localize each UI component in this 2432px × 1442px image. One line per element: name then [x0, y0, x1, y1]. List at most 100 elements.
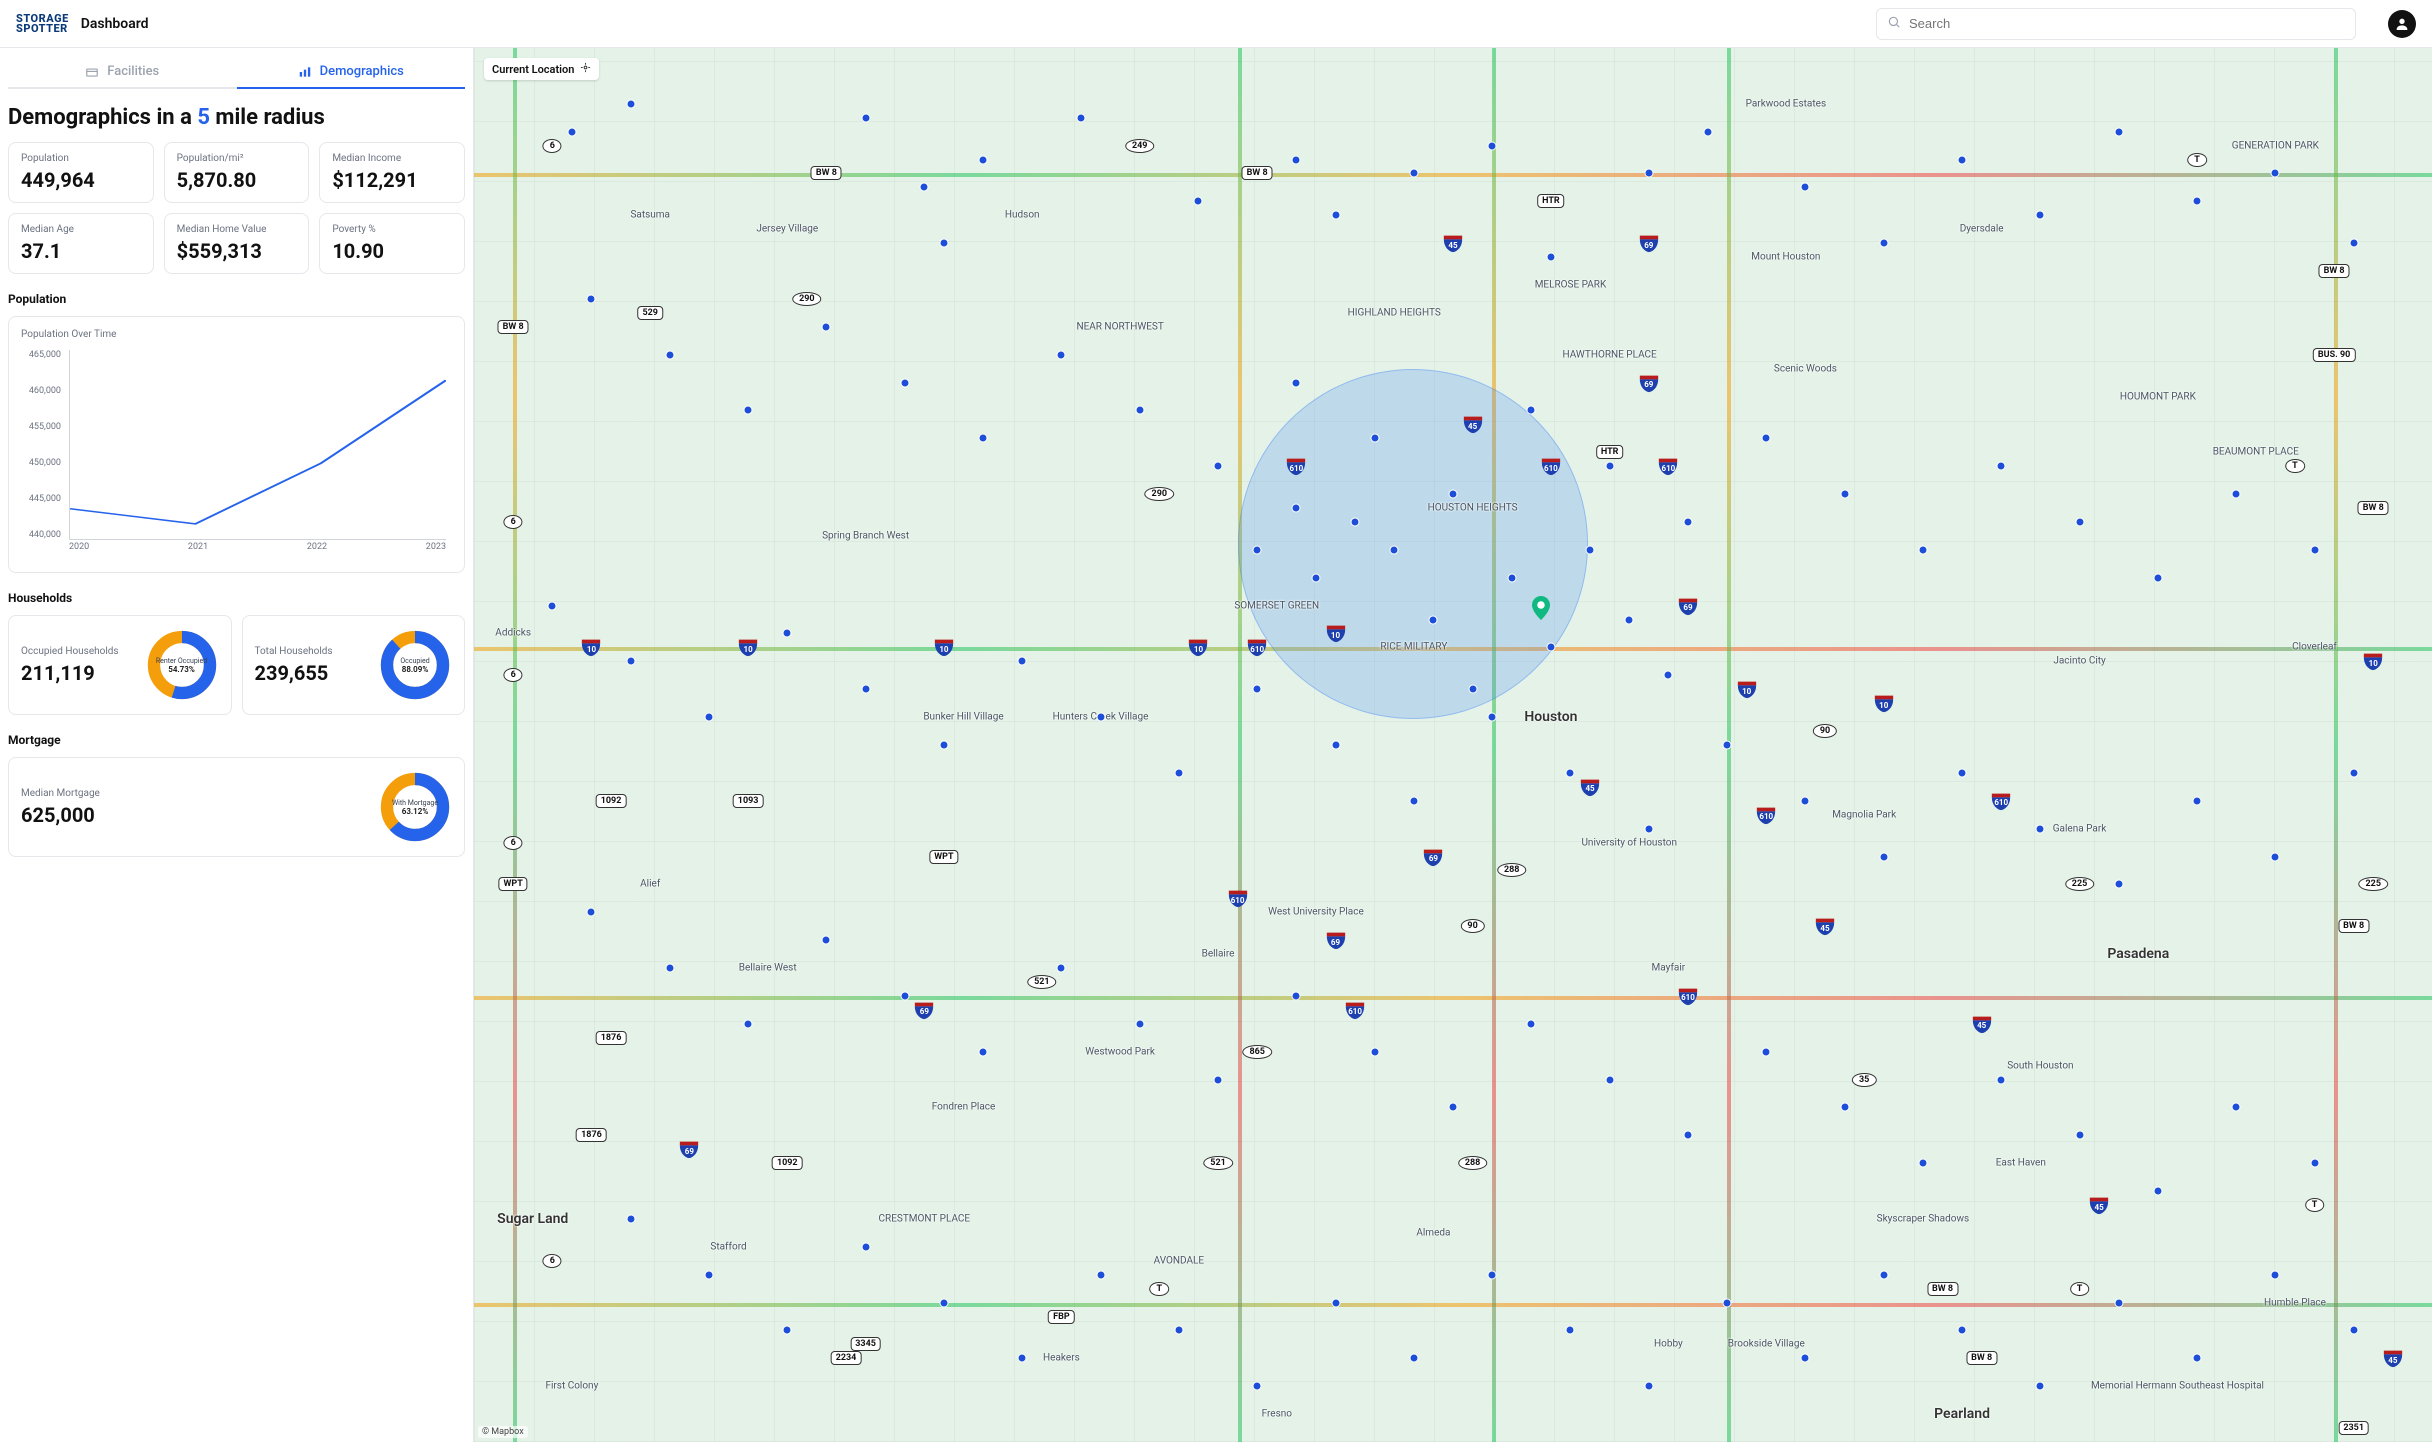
brand-logo[interactable]: STORAGE SPOTTER	[16, 14, 69, 34]
facility-marker[interactable]	[1527, 406, 1536, 415]
facility-marker[interactable]	[2153, 573, 2162, 582]
search-box[interactable]	[1876, 8, 2356, 40]
facility-marker[interactable]	[626, 657, 635, 666]
facility-marker[interactable]	[1135, 406, 1144, 415]
facility-marker[interactable]	[861, 685, 870, 694]
facility-marker[interactable]	[1057, 350, 1066, 359]
facility-marker[interactable]	[920, 183, 929, 192]
facility-marker[interactable]	[1292, 155, 1301, 164]
current-location-button[interactable]: Current Location	[484, 58, 599, 80]
facility-marker[interactable]	[587, 908, 596, 917]
facility-marker[interactable]	[1527, 1019, 1536, 1028]
facility-marker[interactable]	[1194, 197, 1203, 206]
facility-marker[interactable]	[861, 113, 870, 122]
facility-marker[interactable]	[1958, 155, 1967, 164]
facility-marker[interactable]	[1409, 796, 1418, 805]
facility-marker[interactable]	[1703, 127, 1712, 136]
facility-marker[interactable]	[665, 964, 674, 973]
facility-marker[interactable]	[1488, 1270, 1497, 1279]
facility-marker[interactable]	[2075, 517, 2084, 526]
facility-marker[interactable]	[548, 601, 557, 610]
facility-marker[interactable]	[2310, 1159, 2319, 1168]
facility-marker[interactable]	[1292, 991, 1301, 1000]
facility-marker[interactable]	[1762, 434, 1771, 443]
facility-marker[interactable]	[2193, 796, 2202, 805]
facility-marker[interactable]	[1879, 239, 1888, 248]
facility-marker[interactable]	[2114, 880, 2123, 889]
radius-value[interactable]: 5	[197, 105, 210, 130]
facility-marker[interactable]	[1370, 434, 1379, 443]
facility-marker[interactable]	[979, 434, 988, 443]
facility-marker[interactable]	[1174, 1326, 1183, 1335]
facility-marker[interactable]	[2232, 490, 2241, 499]
map-canvas[interactable]: HoustonPasadenaPearlandSugar LandJersey …	[474, 48, 2432, 1442]
facility-marker[interactable]	[1057, 964, 1066, 973]
facility-marker[interactable]	[665, 350, 674, 359]
facility-marker[interactable]	[2193, 1354, 2202, 1363]
facility-marker[interactable]	[1546, 253, 1555, 262]
facility-marker[interactable]	[2271, 852, 2280, 861]
facility-marker[interactable]	[704, 1270, 713, 1279]
facility-marker[interactable]	[1468, 685, 1477, 694]
facility-marker[interactable]	[2036, 824, 2045, 833]
facility-marker[interactable]	[1311, 573, 1320, 582]
facility-marker[interactable]	[979, 1047, 988, 1056]
facility-marker[interactable]	[1801, 796, 1810, 805]
facility-marker[interactable]	[939, 239, 948, 248]
facility-marker[interactable]	[2271, 169, 2280, 178]
facility-marker[interactable]	[2193, 197, 2202, 206]
facility-marker[interactable]	[567, 127, 576, 136]
facility-marker[interactable]	[1351, 517, 1360, 526]
facility-marker[interactable]	[1879, 1270, 1888, 1279]
facility-marker[interactable]	[1429, 615, 1438, 624]
facility-marker[interactable]	[783, 629, 792, 638]
facility-marker[interactable]	[1507, 573, 1516, 582]
facility-marker[interactable]	[1488, 713, 1497, 722]
facility-marker[interactable]	[1331, 1298, 1340, 1307]
facility-marker[interactable]	[1801, 183, 1810, 192]
facility-marker[interactable]	[1840, 490, 1849, 499]
facility-marker[interactable]	[783, 1326, 792, 1335]
facility-marker[interactable]	[1174, 768, 1183, 777]
facility-marker[interactable]	[2349, 1326, 2358, 1335]
facility-marker[interactable]	[2075, 1131, 2084, 1140]
facility-marker[interactable]	[900, 991, 909, 1000]
facility-marker[interactable]	[1683, 517, 1692, 526]
facility-marker[interactable]	[626, 99, 635, 108]
facility-marker[interactable]	[1762, 1047, 1771, 1056]
facility-marker[interactable]	[1409, 1354, 1418, 1363]
facility-marker[interactable]	[2114, 1298, 2123, 1307]
facility-marker[interactable]	[2232, 1103, 2241, 1112]
facility-marker[interactable]	[900, 378, 909, 387]
facility-marker[interactable]	[1449, 490, 1458, 499]
facility-marker[interactable]	[861, 1242, 870, 1251]
facility-marker[interactable]	[1018, 657, 1027, 666]
facility-marker[interactable]	[1018, 1354, 1027, 1363]
tab-demographics[interactable]: Demographics	[237, 56, 466, 89]
facility-marker[interactable]	[1879, 852, 1888, 861]
facility-marker[interactable]	[1370, 1047, 1379, 1056]
facility-marker[interactable]	[704, 713, 713, 722]
facility-marker[interactable]	[1214, 1075, 1223, 1084]
breadcrumb[interactable]: Dashboard	[81, 16, 149, 32]
facility-marker[interactable]	[1253, 1382, 1262, 1391]
facility-marker[interactable]	[587, 294, 596, 303]
facility-marker[interactable]	[744, 1019, 753, 1028]
facility-marker[interactable]	[1253, 685, 1262, 694]
facility-marker[interactable]	[2349, 768, 2358, 777]
location-pin-icon[interactable]	[1532, 596, 1550, 620]
facility-marker[interactable]	[1997, 462, 2006, 471]
facility-marker[interactable]	[2036, 1382, 2045, 1391]
facility-marker[interactable]	[744, 406, 753, 415]
facility-marker[interactable]	[1918, 1159, 1927, 1168]
facility-marker[interactable]	[1409, 169, 1418, 178]
tab-facilities[interactable]: Facilities	[8, 56, 237, 89]
facility-marker[interactable]	[822, 936, 831, 945]
facility-marker[interactable]	[1076, 113, 1085, 122]
facility-marker[interactable]	[1644, 824, 1653, 833]
facility-marker[interactable]	[2153, 1187, 2162, 1196]
facility-marker[interactable]	[1390, 545, 1399, 554]
facility-marker[interactable]	[1546, 643, 1555, 652]
facility-marker[interactable]	[1605, 1075, 1614, 1084]
facility-marker[interactable]	[1918, 545, 1927, 554]
